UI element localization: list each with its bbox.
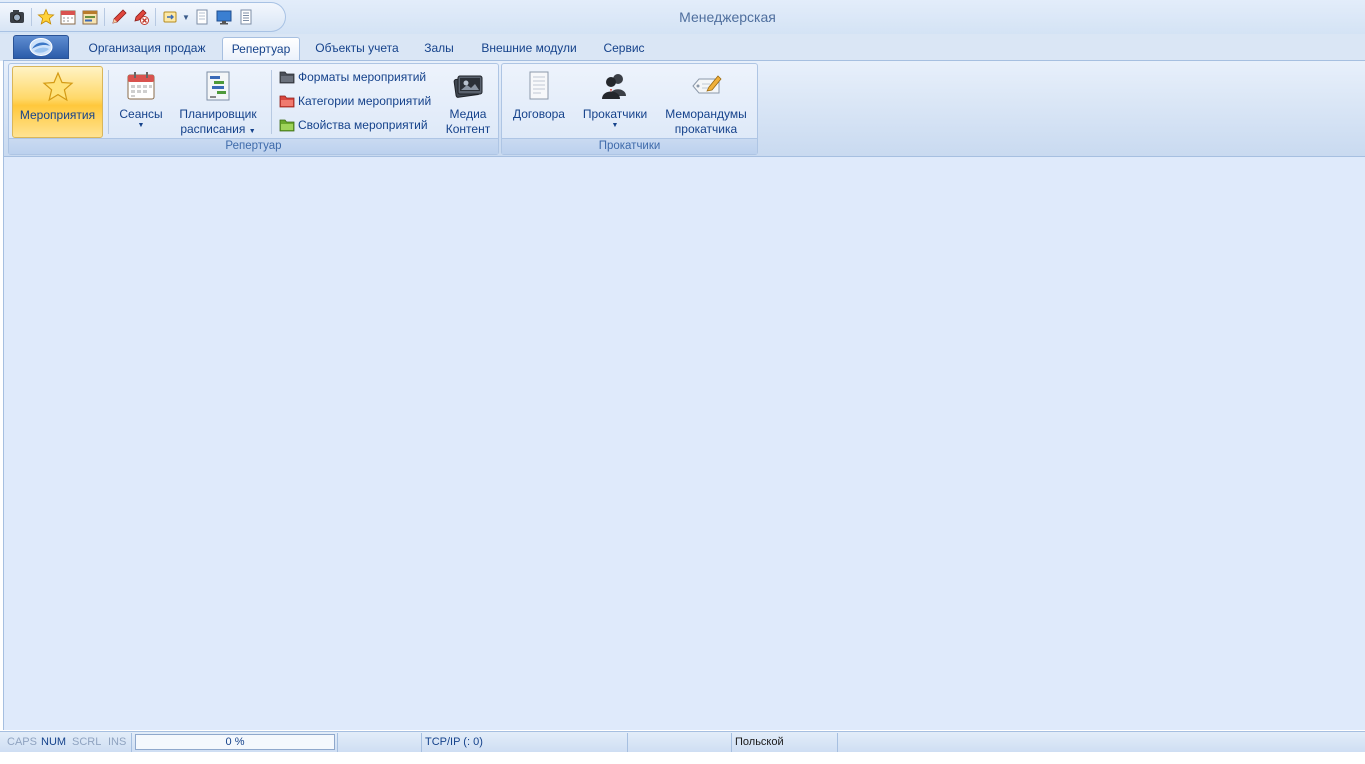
caps-indicator: CAPS [7, 736, 37, 748]
folder-red-icon [279, 95, 295, 108]
star-icon [40, 69, 76, 105]
tab-service[interactable]: Сервис [596, 37, 652, 61]
status-bar: CAPS NUM SCRL INS 0 % TCP/IP (: 0) Польс… [0, 731, 1365, 752]
events-button[interactable]: Мероприятия [12, 66, 103, 138]
application-menu-button[interactable] [13, 35, 69, 59]
separator [421, 733, 422, 752]
media-content-button[interactable]: Медиа Контент [441, 66, 495, 138]
separator [337, 733, 338, 752]
app-logo-icon [29, 38, 53, 56]
title-bar: ▼ Менеджерская [0, 0, 1365, 34]
gantt-icon [200, 68, 236, 104]
scheduler-button[interactable]: Планировщик расписания ▼ [173, 66, 263, 138]
sessions-label: Сеансы [119, 107, 163, 121]
language-indicator: Польской [735, 736, 784, 748]
chevron-down-icon: ▼ [248, 128, 256, 135]
tab-repertoire[interactable]: Репертуар [222, 37, 300, 61]
photos-icon [450, 68, 486, 104]
contracts-button[interactable]: Договора [508, 66, 570, 138]
group-distributors-label: Прокатчики [502, 138, 757, 154]
folder-green-icon [279, 119, 295, 132]
tab-accounting-objects[interactable]: Объекты учета [308, 37, 406, 61]
tab-sales-organization[interactable]: Организация продаж [80, 37, 214, 61]
memo-icon [688, 68, 724, 104]
separator [271, 70, 272, 134]
insert-indicator: INS [108, 736, 127, 748]
tab-external-modules[interactable]: Внешние модули [473, 37, 585, 61]
main-workspace [3, 157, 1365, 730]
separator [627, 733, 628, 752]
group-repertoire: Мероприятия Сеансы ▼ Планировщик расписа… [8, 63, 499, 155]
connection-status: TCP/IP (: 0) [425, 736, 483, 748]
ribbon-tabs: Организация продаж Репертуар Объекты уче… [0, 34, 1365, 61]
group-repertoire-label: Репертуар [9, 138, 498, 154]
num-indicator: NUM [41, 736, 67, 748]
progress-bar: 0 % [135, 734, 335, 750]
event-categories-button[interactable]: Категории мероприятий [277, 90, 431, 112]
contract-icon [521, 68, 557, 104]
scheduler-label-line2: расписания ▼ [180, 122, 256, 136]
ribbon-panel: Мероприятия Сеансы ▼ Планировщик расписа… [3, 60, 1365, 157]
tab-halls[interactable]: Залы [416, 37, 462, 61]
separator [108, 70, 109, 134]
group-distributors: Договора Прокатчики ▼ Меморандумы прокат… [501, 63, 758, 155]
separator [731, 733, 732, 752]
window-title: Менеджерская [679, 9, 776, 25]
people-icon [597, 68, 633, 104]
chevron-down-icon: ▼ [137, 122, 145, 129]
scheduler-label-line1: Планировщик [179, 107, 257, 121]
distributor-memos-button[interactable]: Меморандумы прокатчика [660, 66, 752, 138]
separator [837, 733, 838, 752]
folder-dark-icon [279, 71, 295, 84]
sessions-button[interactable]: Сеансы ▼ [113, 66, 169, 138]
scroll-indicator: SCRL [72, 736, 102, 748]
event-formats-button[interactable]: Форматы мероприятий [277, 66, 426, 88]
progress-text: 0 % [225, 736, 245, 748]
distributors-button[interactable]: Прокатчики ▼ [576, 66, 654, 138]
separator [131, 733, 132, 752]
chevron-down-icon: ▼ [611, 122, 619, 129]
events-label: Мероприятия [19, 108, 96, 122]
event-properties-button[interactable]: Свойства мероприятий [277, 114, 428, 136]
window-bottom-edge [0, 752, 1365, 764]
calendar-icon [123, 68, 159, 104]
